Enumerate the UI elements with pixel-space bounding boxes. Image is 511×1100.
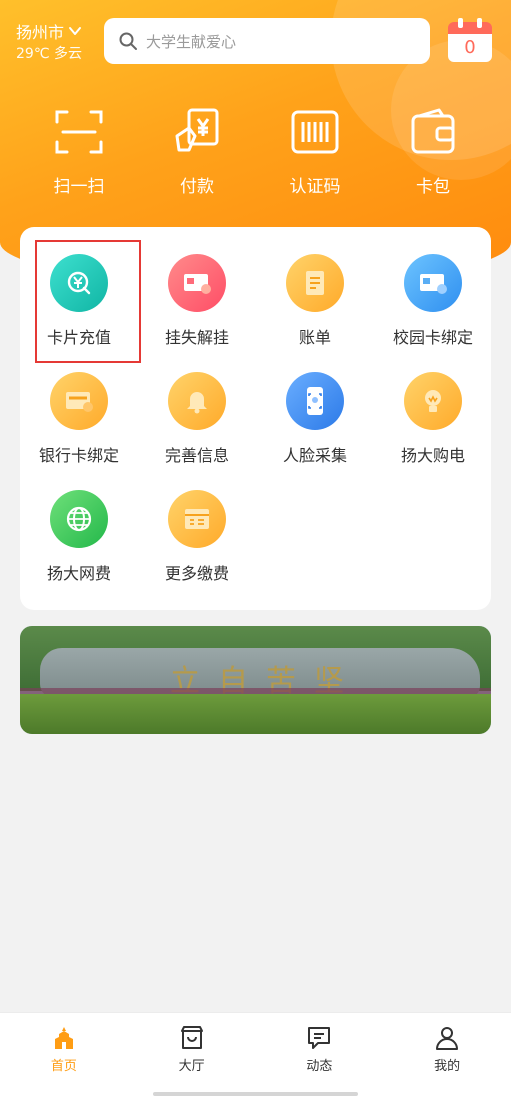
service-label: 人脸采集 xyxy=(282,446,347,465)
tab-label: 首页 xyxy=(50,1059,77,1074)
quick-action-scan[interactable]: 扫一扫 xyxy=(20,100,138,200)
service-label: 扬大网费 xyxy=(46,564,111,583)
campus-card-bind-icon xyxy=(404,254,462,312)
tab-profile[interactable]: 我的 xyxy=(383,1013,511,1100)
tab-label: 我的 xyxy=(434,1059,461,1074)
service-bill[interactable]: 账单 xyxy=(256,227,374,347)
campus-banner[interactable]: 立自苦坚 xyxy=(20,626,491,734)
service-label: 更多缴费 xyxy=(164,564,229,583)
quick-action-label: 认证码 xyxy=(289,177,341,197)
home-indicator xyxy=(153,1092,358,1096)
search-input[interactable]: 大学生献爱心 xyxy=(104,18,430,64)
services-card: 卡片充值 挂失解挂 账单 校园卡绑定 银行卡绑定 完善信息 人脸采集 扬大购电 … xyxy=(20,227,491,610)
bottom-tab-bar: 首页 大厅 动态 我的 xyxy=(0,1012,511,1100)
banner-grass xyxy=(20,694,491,734)
bill-icon xyxy=(286,254,344,312)
highlight-box xyxy=(35,240,141,363)
home-icon xyxy=(54,1027,73,1049)
city-name: 扬州市 xyxy=(16,23,65,42)
tab-news[interactable]: 动态 xyxy=(256,1013,384,1100)
bell-icon xyxy=(168,372,226,430)
payment-icon xyxy=(175,108,219,152)
tab-label: 动态 xyxy=(306,1059,333,1074)
bank-card-bind-icon xyxy=(50,372,108,430)
globe-icon xyxy=(50,490,108,548)
tab-hall[interactable]: 大厅 xyxy=(128,1013,256,1100)
quick-action-label: 卡包 xyxy=(416,177,450,197)
more-payments-icon xyxy=(168,490,226,548)
hall-icon xyxy=(180,1026,203,1049)
tab-home[interactable]: 首页 xyxy=(0,1013,128,1100)
lightbulb-icon xyxy=(404,372,462,430)
quick-action-payment[interactable]: 付款 xyxy=(138,100,256,200)
chevron-down-icon xyxy=(69,27,82,35)
top-bar: 扬州市 29℃ 多云 大学生献爱心 0 xyxy=(0,0,511,80)
scan-icon xyxy=(55,110,103,154)
quick-actions: 扫一扫 付款 认证码 卡包 xyxy=(0,100,511,200)
search-icon xyxy=(119,32,137,50)
face-capture-icon xyxy=(286,372,344,430)
service-report-loss[interactable]: 挂失解挂 xyxy=(138,227,256,347)
wallet-icon xyxy=(411,108,455,154)
quick-action-wallet[interactable]: 卡包 xyxy=(374,100,492,200)
service-more-payments[interactable]: 更多缴费 xyxy=(138,463,256,583)
profile-icon xyxy=(436,1027,459,1050)
calendar-button[interactable]: 0 xyxy=(448,18,492,62)
service-electricity[interactable]: 扬大购电 xyxy=(374,345,492,465)
calendar-day: 0 xyxy=(448,34,492,62)
quick-action-label: 付款 xyxy=(180,177,214,197)
city-selector[interactable]: 扬州市 xyxy=(16,19,82,43)
service-label: 扬大购电 xyxy=(400,446,465,465)
weather-text: 29℃ 多云 xyxy=(16,46,82,62)
quick-action-label: 扫一扫 xyxy=(53,177,105,197)
service-campus-card-bind[interactable]: 校园卡绑定 xyxy=(374,227,492,347)
service-face-capture[interactable]: 人脸采集 xyxy=(256,345,374,465)
search-placeholder: 大学生献爱心 xyxy=(146,32,237,51)
news-icon xyxy=(308,1027,331,1049)
quick-action-auth-code[interactable]: 认证码 xyxy=(256,100,374,200)
service-complete-info[interactable]: 完善信息 xyxy=(138,345,256,465)
service-network-fee[interactable]: 扬大网费 xyxy=(20,463,138,583)
auth-code-icon xyxy=(291,110,339,154)
report-loss-icon xyxy=(168,254,226,312)
tab-label: 大厅 xyxy=(178,1059,205,1074)
